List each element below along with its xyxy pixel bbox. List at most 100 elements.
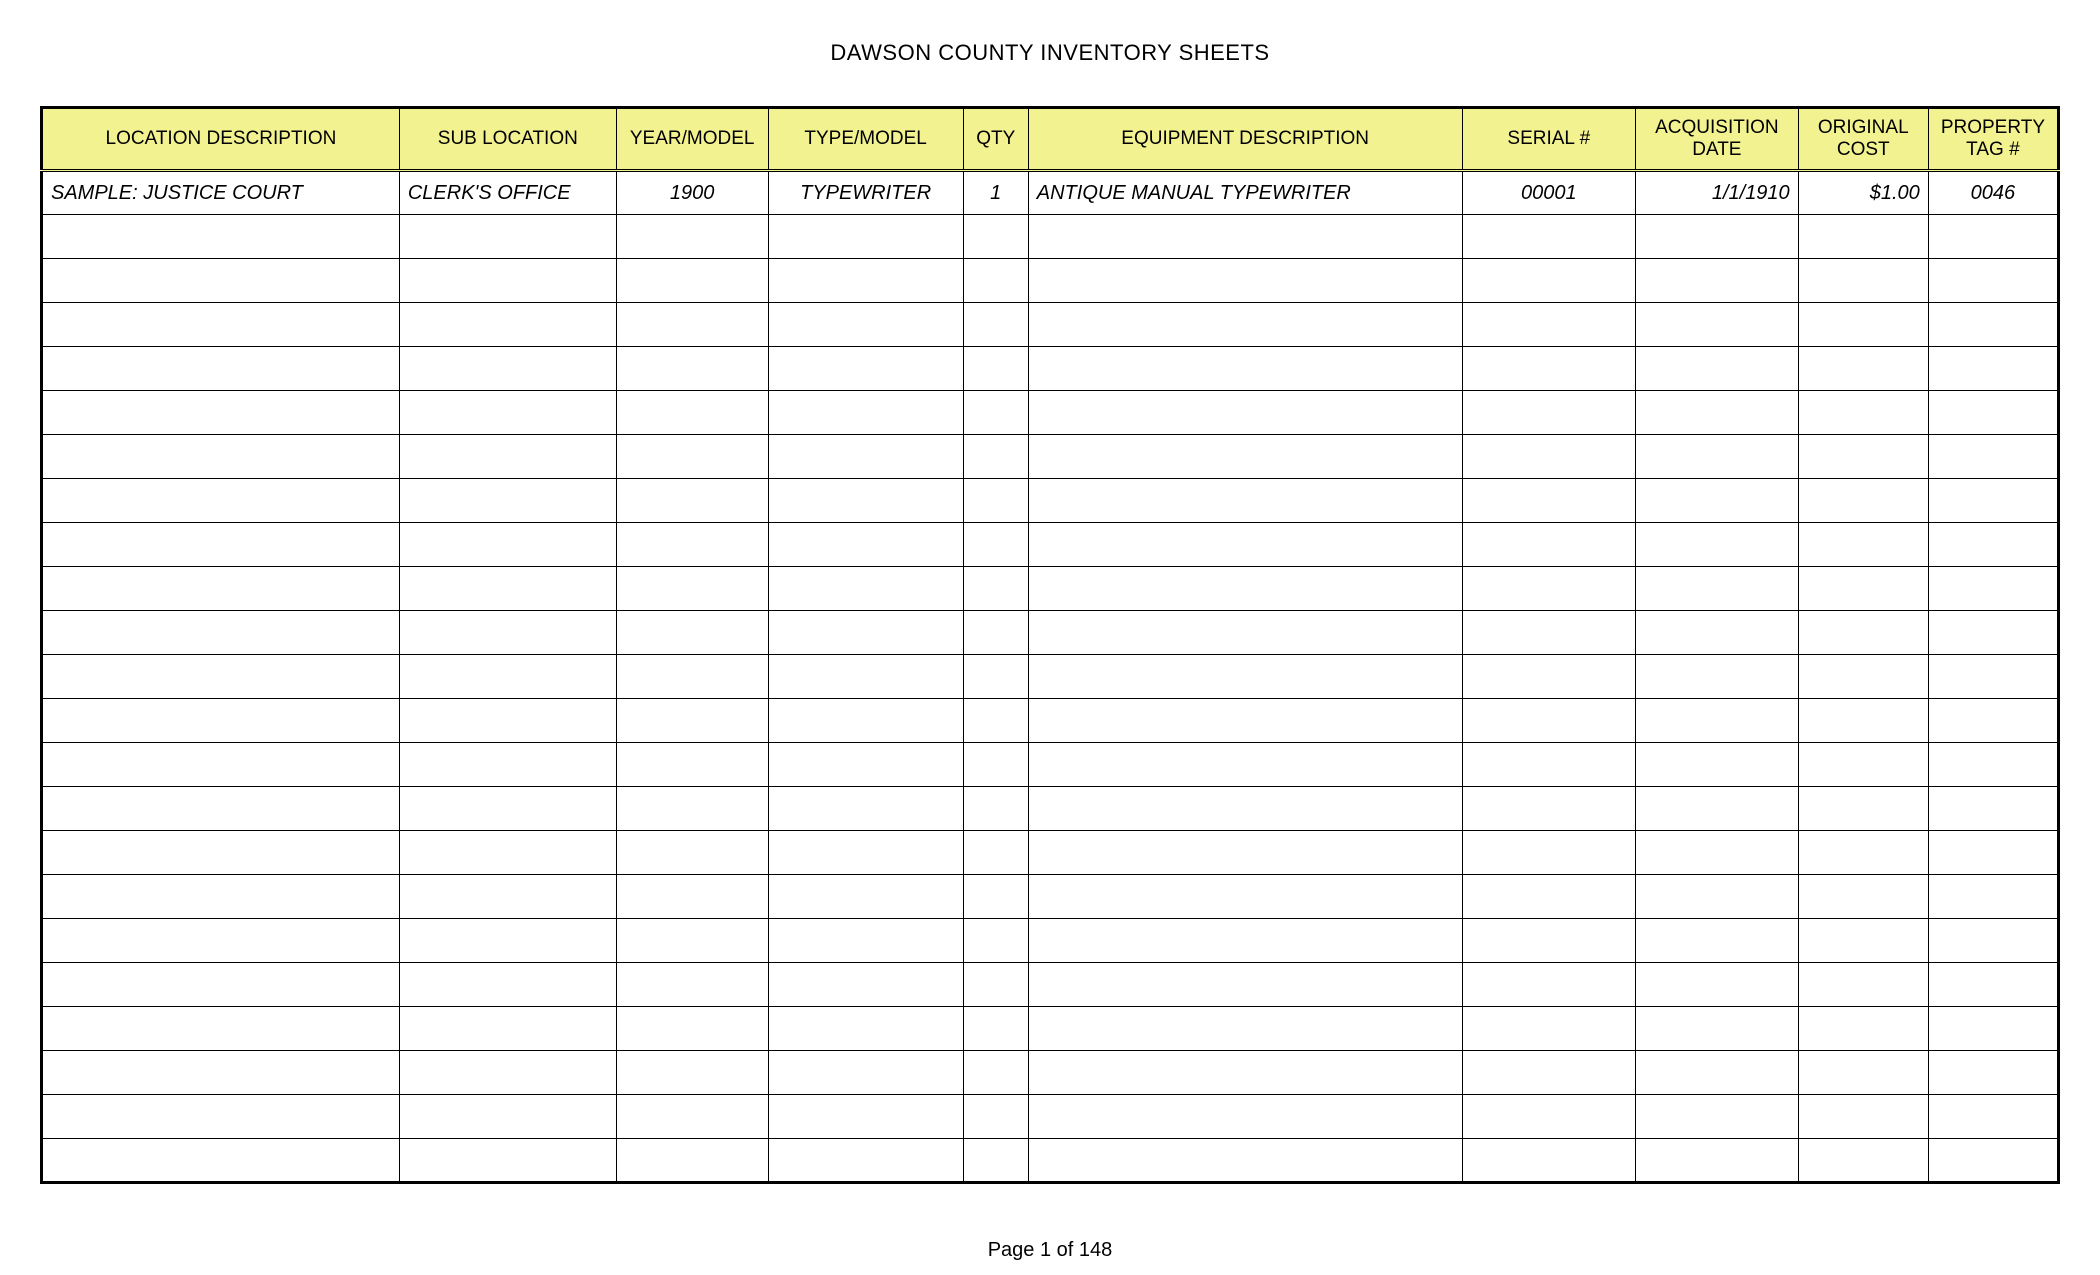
empty-cell bbox=[963, 347, 1028, 391]
empty-cell bbox=[1928, 699, 2058, 743]
col-header-serial: SERIAL # bbox=[1462, 108, 1636, 171]
empty-cell bbox=[1028, 215, 1462, 259]
empty-cell bbox=[1462, 919, 1636, 963]
empty-cell bbox=[963, 1139, 1028, 1183]
col-header-typemodel: TYPE/MODEL bbox=[768, 108, 963, 171]
empty-cell bbox=[1028, 347, 1462, 391]
table-row: SAMPLE: JUSTICE COURTCLERK'S OFFICE1900T… bbox=[42, 171, 2059, 215]
empty-cell bbox=[1928, 479, 2058, 523]
empty-cell bbox=[963, 1007, 1028, 1051]
empty-cell bbox=[1928, 567, 2058, 611]
empty-cell bbox=[1462, 1051, 1636, 1095]
empty-cell bbox=[399, 919, 616, 963]
empty-cell bbox=[963, 875, 1028, 919]
empty-cell bbox=[1928, 259, 2058, 303]
empty-cell bbox=[42, 1095, 400, 1139]
empty-cell bbox=[1028, 787, 1462, 831]
empty-cell bbox=[1798, 567, 1928, 611]
empty-cell bbox=[1462, 215, 1636, 259]
empty-cell bbox=[768, 1051, 963, 1095]
empty-cell bbox=[1636, 919, 1799, 963]
table-row bbox=[42, 1007, 2059, 1051]
empty-cell bbox=[1462, 1095, 1636, 1139]
empty-cell bbox=[1636, 435, 1799, 479]
empty-cell bbox=[1928, 1051, 2058, 1095]
empty-cell bbox=[1798, 303, 1928, 347]
empty-cell bbox=[1928, 787, 2058, 831]
empty-cell bbox=[42, 787, 400, 831]
empty-cell bbox=[1462, 699, 1636, 743]
empty-cell bbox=[42, 391, 400, 435]
empty-cell bbox=[1028, 655, 1462, 699]
empty-cell bbox=[1636, 963, 1799, 1007]
empty-cell bbox=[42, 655, 400, 699]
col-header-sublocation: SUB LOCATION bbox=[399, 108, 616, 171]
empty-cell bbox=[1462, 1007, 1636, 1051]
empty-cell bbox=[1462, 611, 1636, 655]
empty-cell bbox=[768, 1007, 963, 1051]
table-row bbox=[42, 347, 2059, 391]
cell-qty: 1 bbox=[963, 171, 1028, 215]
empty-cell bbox=[42, 479, 400, 523]
empty-cell bbox=[1798, 963, 1928, 1007]
empty-cell bbox=[1928, 347, 2058, 391]
empty-cell bbox=[1028, 875, 1462, 919]
empty-cell bbox=[1462, 743, 1636, 787]
empty-cell bbox=[1028, 699, 1462, 743]
empty-cell bbox=[1462, 1139, 1636, 1183]
empty-cell bbox=[1636, 1051, 1799, 1095]
empty-cell bbox=[1798, 743, 1928, 787]
empty-cell bbox=[963, 303, 1028, 347]
table-row bbox=[42, 743, 2059, 787]
empty-cell bbox=[616, 1051, 768, 1095]
empty-cell bbox=[1028, 1007, 1462, 1051]
empty-cell bbox=[768, 479, 963, 523]
empty-cell bbox=[42, 1007, 400, 1051]
empty-cell bbox=[1928, 875, 2058, 919]
empty-cell bbox=[1462, 303, 1636, 347]
empty-cell bbox=[1636, 347, 1799, 391]
empty-cell bbox=[616, 875, 768, 919]
empty-cell bbox=[1928, 1007, 2058, 1051]
empty-cell bbox=[1028, 479, 1462, 523]
empty-cell bbox=[963, 655, 1028, 699]
empty-cell bbox=[616, 919, 768, 963]
empty-cell bbox=[1636, 699, 1799, 743]
col-header-yearmodel: YEAR/MODEL bbox=[616, 108, 768, 171]
empty-cell bbox=[963, 435, 1028, 479]
table-header: LOCATION DESCRIPTION SUB LOCATION YEAR/M… bbox=[42, 108, 2059, 171]
empty-cell bbox=[399, 655, 616, 699]
table-row bbox=[42, 215, 2059, 259]
empty-cell bbox=[768, 963, 963, 1007]
cell-sublocation: CLERK'S OFFICE bbox=[399, 171, 616, 215]
table-row bbox=[42, 919, 2059, 963]
empty-cell bbox=[1028, 831, 1462, 875]
empty-cell bbox=[1636, 655, 1799, 699]
empty-cell bbox=[616, 391, 768, 435]
empty-cell bbox=[1798, 479, 1928, 523]
empty-cell bbox=[1798, 1051, 1928, 1095]
empty-cell bbox=[399, 523, 616, 567]
empty-cell bbox=[1462, 831, 1636, 875]
empty-cell bbox=[1928, 919, 2058, 963]
empty-cell bbox=[1636, 391, 1799, 435]
empty-cell bbox=[399, 963, 616, 1007]
empty-cell bbox=[963, 611, 1028, 655]
empty-cell bbox=[42, 259, 400, 303]
empty-cell bbox=[399, 567, 616, 611]
empty-cell bbox=[1798, 523, 1928, 567]
empty-cell bbox=[42, 699, 400, 743]
empty-cell bbox=[399, 699, 616, 743]
table-row bbox=[42, 611, 2059, 655]
empty-cell bbox=[399, 787, 616, 831]
empty-cell bbox=[1462, 435, 1636, 479]
sheet-title: DAWSON COUNTY INVENTORY SHEETS bbox=[40, 40, 2060, 66]
empty-cell bbox=[1798, 1007, 1928, 1051]
cell-proptag: 0046 bbox=[1928, 171, 2058, 215]
empty-cell bbox=[616, 567, 768, 611]
empty-cell bbox=[616, 347, 768, 391]
empty-cell bbox=[1798, 919, 1928, 963]
empty-cell bbox=[1798, 1095, 1928, 1139]
empty-cell bbox=[1798, 435, 1928, 479]
empty-cell bbox=[768, 831, 963, 875]
